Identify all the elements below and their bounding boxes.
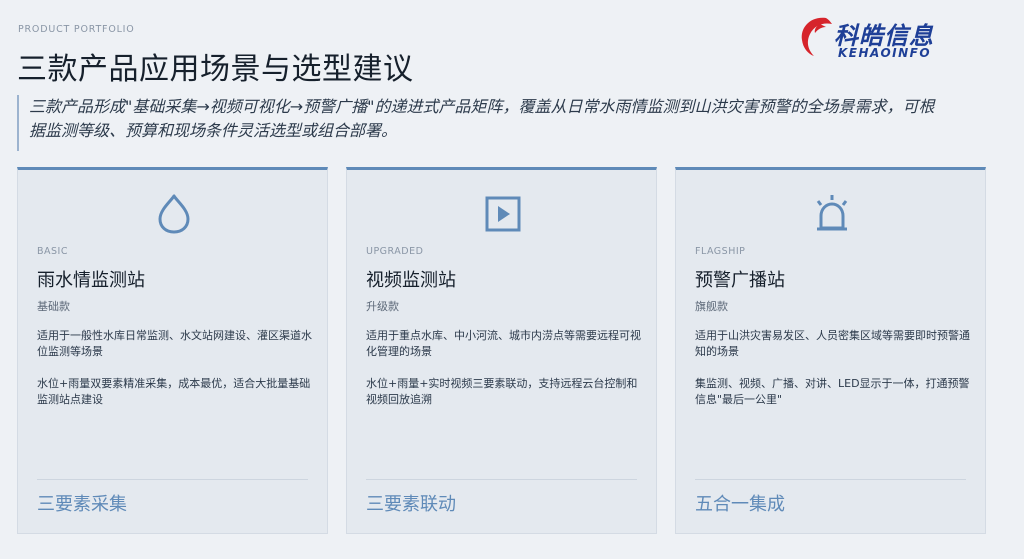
- card-divider: [366, 479, 637, 480]
- card-title: 视频监测站: [366, 270, 456, 291]
- alarm-siren-icon: [676, 192, 987, 238]
- card-tag: 三要素联动: [366, 494, 456, 515]
- card-description: 适用于一般性水库日常监测、水文站网建设、灌区渠道水位监测等场景: [37, 329, 312, 358]
- card-divider: [695, 479, 966, 480]
- video-play-icon: [347, 192, 658, 238]
- card-description: 适用于重点水库、中小河流、城市内涝点等需要远程可视化管理的场景: [366, 329, 641, 358]
- card-subtitle: 升级款: [366, 300, 399, 313]
- page-title: 三款产品应用场景与选型建议: [17, 52, 414, 87]
- card-tier: FLAGSHIP: [695, 246, 746, 257]
- card-feature: 水位+雨量双要素精准采集，成本最优，适合大批量基础监测站点建设: [37, 377, 311, 406]
- card-tag: 三要素采集: [37, 494, 127, 515]
- water-drop-icon: [18, 192, 329, 238]
- card-subtitle: 基础款: [37, 300, 70, 313]
- card-tag: 五合一集成: [695, 494, 785, 515]
- card-title: 预警广播站: [695, 270, 785, 291]
- card-divider: [37, 479, 308, 480]
- card-description: 适用于山洪灾害易发区、人员密集区域等需要即时预警通知的场景: [695, 329, 970, 358]
- card-feature: 水位+雨量+实时视频三要素联动，支持远程云台控制和视频回放追溯: [366, 377, 638, 406]
- card-subtitle: 旗舰款: [695, 300, 728, 313]
- card-tier: UPGRADED: [366, 246, 424, 257]
- product-card-flagship: FLAGSHIP 预警广播站 旗舰款 适用于山洪灾害易发区、人员密集区域等需要即…: [675, 167, 986, 534]
- intro-paragraph: 三款产品形成"基础采集→视频可视化→预警广播"的递进式产品矩阵，覆盖从日常水雨情…: [17, 95, 947, 151]
- logo-name-en: KEHAOINFO: [838, 46, 932, 60]
- product-card-basic: BASIC 雨水情监测站 基础款 适用于一般性水库日常监测、水文站网建设、灌区渠…: [17, 167, 328, 534]
- logo-mark-icon: [801, 17, 832, 56]
- card-tier: BASIC: [37, 246, 68, 257]
- company-logo: 科皓信息 KEHAOINFO: [796, 10, 956, 62]
- product-card-upgraded: UPGRADED 视频监测站 升级款 适用于重点水库、中小河流、城市内涝点等需要…: [346, 167, 657, 534]
- card-title: 雨水情监测站: [37, 270, 145, 291]
- card-feature: 集监测、视频、广播、对讲、LED显示于一体，打通预警信息"最后一公里": [695, 377, 970, 406]
- section-eyebrow: PRODUCT PORTFOLIO: [18, 24, 135, 35]
